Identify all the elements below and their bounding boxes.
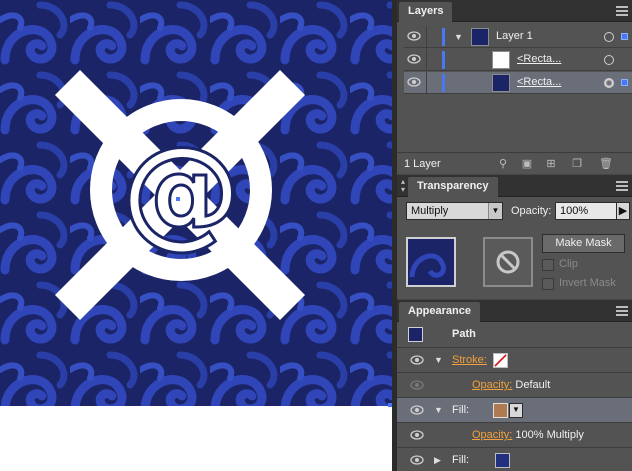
- tab-appearance[interactable]: Appearance: [399, 302, 480, 322]
- opacity-link[interactable]: Opacity:: [472, 429, 512, 441]
- selection-indicator[interactable]: [621, 79, 628, 86]
- selection-indicator[interactable]: [621, 33, 628, 40]
- panel-menu-icon[interactable]: [616, 181, 628, 191]
- make-clipping-mask-icon[interactable]: ▣: [521, 158, 533, 170]
- lock-column[interactable]: [426, 49, 427, 71]
- layer-count: 1 Layer: [404, 158, 441, 170]
- invert-mask-label: Invert Mask: [559, 277, 616, 289]
- eye-icon[interactable]: [410, 380, 424, 390]
- layers-list: ▼ Layer 1 <Recta... <Recta...: [397, 22, 632, 152]
- expand-triangle-icon[interactable]: ▼: [434, 405, 443, 415]
- eye-icon[interactable]: [410, 355, 424, 365]
- chevron-down-icon: ▼: [488, 203, 502, 219]
- opacity-input[interactable]: 100%: [555, 202, 617, 220]
- new-sublayer-icon[interactable]: ⊞: [545, 158, 557, 170]
- layer-row-rectangle[interactable]: <Recta...: [404, 49, 632, 71]
- stroke-label[interactable]: Stroke:: [452, 354, 487, 366]
- opacity-value: 100%: [560, 205, 589, 217]
- transparency-body: Multiply ▼ Opacity: 100% ▶ Make Mask Cli…: [397, 197, 632, 299]
- opacity-link[interactable]: Opacity:: [472, 379, 512, 391]
- layers-tabbar: Layers: [397, 0, 632, 22]
- tab-transparency[interactable]: Transparency: [408, 177, 498, 197]
- appearance-fill-opacity-row[interactable]: Opacity: 100% Multiply: [397, 423, 632, 448]
- no-stroke-swatch-icon[interactable]: [493, 353, 508, 368]
- appearance-fill-row[interactable]: ▶ Fill:: [397, 448, 632, 471]
- layer-row-rectangle-selected[interactable]: <Recta...: [404, 72, 632, 94]
- eye-icon[interactable]: [410, 430, 424, 440]
- opacity-value: 100% Multiply: [512, 429, 584, 441]
- clip-label: Clip: [559, 258, 578, 270]
- target-circle-icon[interactable]: [604, 78, 614, 88]
- layer-color-bar: [442, 28, 445, 46]
- appearance-opacity-row[interactable]: Opacity: Default: [397, 373, 632, 398]
- appearance-object-row[interactable]: Path: [397, 322, 632, 348]
- eye-icon[interactable]: [407, 54, 421, 64]
- artwork-pattern[interactable]: @: [0, 0, 392, 406]
- layer-thumbnail: [471, 28, 489, 46]
- object-type-label: Path: [452, 328, 476, 340]
- layers-footer: 1 Layer ⚲ ▣ ⊞ ❐ 🗑: [397, 152, 632, 174]
- eye-icon[interactable]: [407, 31, 421, 41]
- appearance-fill-row-selected[interactable]: ▼ Fill: ▼: [397, 398, 632, 423]
- layer-color-bar: [442, 51, 445, 69]
- appearance-tabbar: Appearance: [397, 300, 632, 322]
- expand-triangle-icon[interactable]: ▼: [434, 355, 443, 365]
- clip-checkbox[interactable]: [542, 259, 554, 271]
- search-icon[interactable]: ⚲: [497, 158, 509, 170]
- eye-icon[interactable]: [407, 77, 421, 87]
- transparency-tabbar: ▴ ▾ Transparency: [397, 175, 632, 197]
- lock-column[interactable]: [426, 26, 427, 48]
- lock-column[interactable]: [426, 72, 427, 94]
- blend-mode-select[interactable]: Multiply ▼: [406, 202, 503, 220]
- object-thumbnail: [406, 237, 456, 287]
- invert-mask-checkbox[interactable]: [542, 278, 554, 290]
- opacity-value: Default: [512, 379, 551, 391]
- blend-mode-value: Multiply: [411, 205, 449, 217]
- layer-name[interactable]: <Recta...: [517, 76, 561, 88]
- target-circle-icon[interactable]: [604, 55, 614, 65]
- fill-color-swatch[interactable]: [495, 453, 510, 468]
- appearance-stroke-row[interactable]: ▼ Stroke:: [397, 348, 632, 373]
- layer-color-bar: [442, 74, 445, 92]
- fill-label: Fill:: [452, 454, 470, 466]
- pattern-fill-swatch[interactable]: [493, 403, 508, 418]
- target-circle-icon[interactable]: [604, 32, 614, 42]
- layer-row-layer-1[interactable]: ▼ Layer 1: [404, 26, 632, 48]
- make-mask-button[interactable]: Make Mask: [542, 234, 625, 253]
- chevron-down-icon[interactable]: ▼: [509, 403, 523, 418]
- trash-icon[interactable]: 🗑: [599, 158, 613, 170]
- expand-triangle-icon[interactable]: ▶: [434, 455, 441, 466]
- panel-menu-icon[interactable]: [616, 6, 628, 16]
- opacity-slider-button[interactable]: ▶: [616, 202, 630, 220]
- at-sign-glyph: @: [121, 122, 241, 261]
- mask-thumbnail[interactable]: [483, 237, 533, 287]
- layer-thumbnail: [492, 51, 510, 69]
- transparency-panel: ▴ ▾ Transparency Multiply ▼ Opacity: 100%…: [397, 175, 632, 299]
- panel-menu-icon[interactable]: [616, 306, 628, 316]
- layer-name[interactable]: <Recta...: [517, 53, 561, 65]
- layer-name[interactable]: Layer 1: [496, 30, 533, 42]
- collapse-arrows-icon[interactable]: ▴ ▾: [401, 178, 405, 194]
- appearance-panel: Appearance Path ▼ Stroke: Opacity: Defau…: [397, 300, 632, 471]
- new-layer-icon[interactable]: ❐: [571, 158, 583, 170]
- artboard-canvas[interactable]: @: [0, 0, 397, 471]
- layer-thumbnail: [492, 74, 510, 92]
- expand-triangle-icon[interactable]: ▼: [454, 32, 463, 42]
- eye-icon[interactable]: [410, 455, 424, 465]
- object-thumbnail: [408, 327, 423, 342]
- fill-label: Fill:: [452, 404, 470, 416]
- panel-dock: Layers ▼ Layer 1 <Recta... <Recta... 1 L…: [397, 0, 632, 471]
- eye-icon[interactable]: [410, 405, 424, 415]
- opacity-label: Opacity:: [511, 205, 552, 217]
- tab-layers[interactable]: Layers: [399, 2, 453, 22]
- no-mask-icon: [496, 250, 520, 274]
